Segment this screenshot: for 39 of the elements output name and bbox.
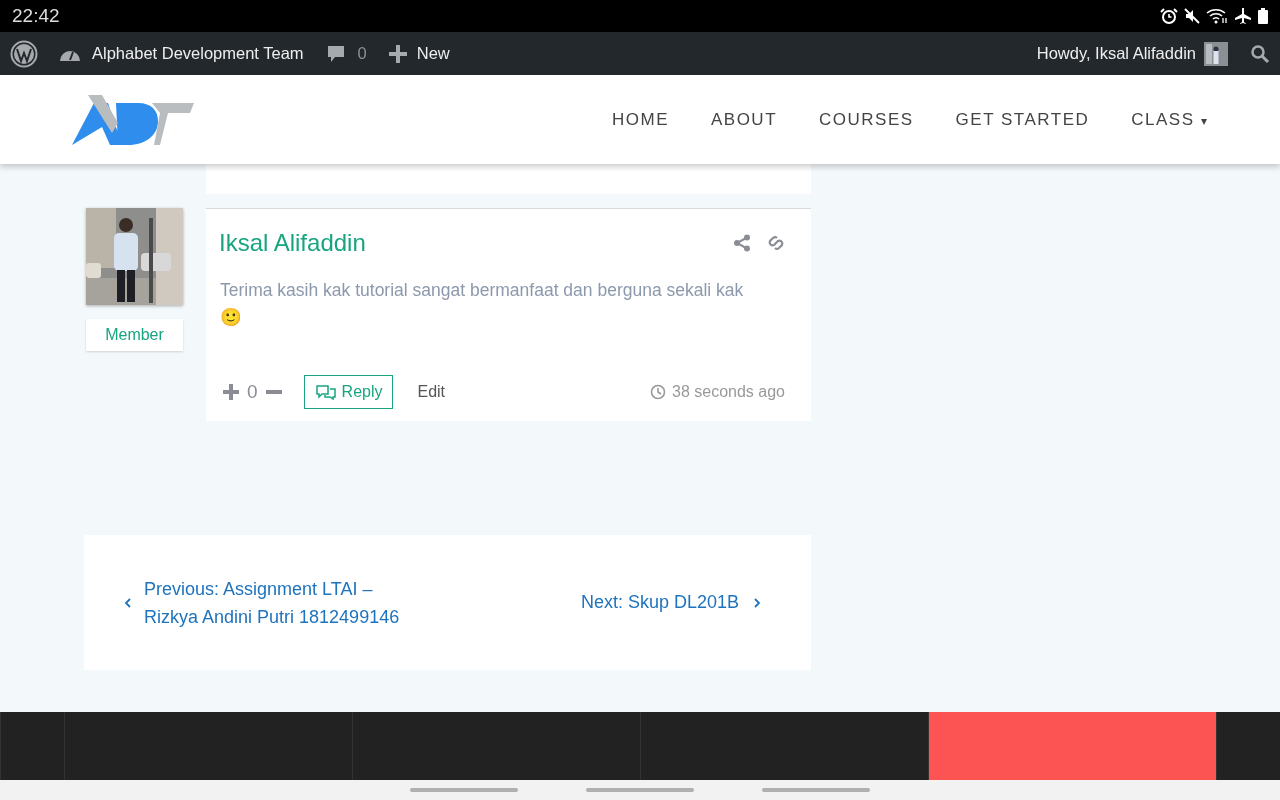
nav-handle[interactable] [762,788,870,792]
nav-link[interactable]: CLASS ▾ [1131,109,1208,130]
nav-handle[interactable] [586,788,694,792]
previous-post-link[interactable]: Previous: Assignment LTAI – Rizkya Andini Putri 1812499146 [144,574,406,631]
howdy-link[interactable]: Howdy, Iksal Alifaddin [1036,44,1196,63]
nav-link[interactable]: GET STARTED [955,109,1090,130]
search-icon[interactable] [1250,43,1270,64]
nav-link[interactable]: ABOUT [710,109,778,130]
plus-icon[interactable] [388,44,407,63]
wordpress-icon[interactable] [10,39,38,68]
status-time: 22:42 [12,5,60,27]
new-link[interactable]: New [416,44,450,63]
nav-link[interactable]: HOME [611,109,669,130]
comment-icon[interactable] [325,43,346,64]
edit-link[interactable]: Edit [417,383,446,401]
airplane-icon [1234,8,1252,24]
share-icon[interactable] [733,234,751,252]
chevron-right-icon[interactable] [753,596,761,609]
comment-text: Terima kasih kak tutorial sangat bermanfaat dan berguna sekali kak 🙂 [220,279,745,329]
mute-icon [1184,8,1200,24]
site-name-link[interactable]: Alphabet Development Team [92,44,304,63]
alarm-icon [1160,8,1178,24]
chat-icon [314,384,337,400]
link-icon[interactable] [767,234,785,252]
chevron-left-icon[interactable] [124,596,132,609]
comment-time: 38 seconds ago [672,383,785,401]
nav-link[interactable]: COURSES [819,109,914,130]
battery-icon [1258,8,1268,24]
member-badge: Member [86,319,183,351]
comment-count[interactable]: 0 [357,44,367,63]
upvote-icon[interactable] [223,384,239,400]
next-post-link[interactable]: Next: Skup DL201B [580,592,739,613]
caret-icon[interactable]: ▾ [1200,113,1208,128]
clock-icon [650,384,666,400]
avatar-icon[interactable] [1204,41,1228,66]
wifi-icon [1206,8,1228,24]
site-logo[interactable] [72,94,194,145]
nav-handle[interactable] [410,788,518,792]
vote-count: 0 [247,381,258,403]
